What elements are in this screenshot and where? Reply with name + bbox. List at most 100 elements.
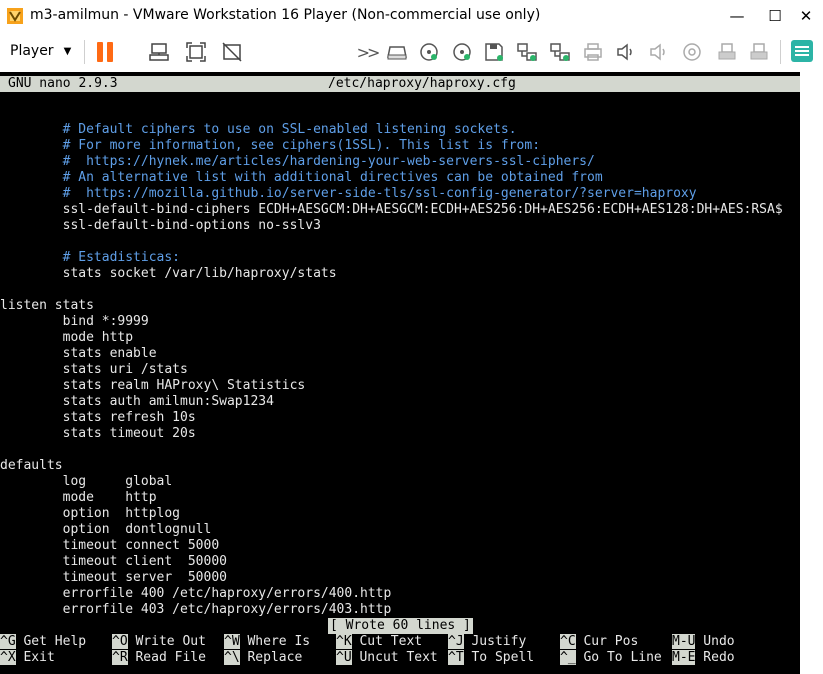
minimize-icon: — xyxy=(729,7,745,25)
editor-line xyxy=(0,442,800,458)
minimize-button[interactable]: — xyxy=(720,0,754,32)
shortcut-label: Undo xyxy=(695,634,735,649)
usb-device-button[interactable] xyxy=(714,39,740,65)
usb-device-2-icon xyxy=(750,43,768,60)
editor-line: # For more information, see ciphers(1SSL… xyxy=(0,138,541,153)
editor-line: errorfile 400 /etc/haproxy/errors/400.ht… xyxy=(0,586,392,601)
unity-button[interactable] xyxy=(219,39,245,65)
cd-drive-2-button[interactable] xyxy=(449,39,475,65)
editor-line: mode http xyxy=(0,330,134,345)
shortcut-key: ^X xyxy=(0,650,16,665)
shortcut-row: ^G Get Help ^O Write Out ^W Where Is ^K Cut… xyxy=(0,634,800,650)
cd-drive-2-icon xyxy=(453,43,471,61)
shortcut-key: M-U xyxy=(672,634,696,649)
maximize-button[interactable]: ☐ xyxy=(758,0,792,32)
editor-line xyxy=(0,234,800,250)
floppy-button[interactable] xyxy=(481,39,507,65)
network-adapter-button[interactable] xyxy=(514,39,540,65)
nano-shortcut: ^_ Go To Line xyxy=(560,650,662,666)
editor-line: option httplog xyxy=(0,506,181,521)
nano-shortcut: ^J Justify xyxy=(448,634,526,650)
editor-line: listen stats xyxy=(0,298,94,313)
shortcut-label: Write Out xyxy=(127,634,206,649)
window-title-bar: m3-amilmun - VMware Workstation 16 Playe… xyxy=(0,0,823,32)
nano-shortcut: M-U Undo xyxy=(672,634,735,650)
editor-line: stats realm HAProxy\ Statistics xyxy=(0,378,306,393)
printer-button[interactable] xyxy=(580,39,606,65)
nano-shortcut: ^R Read File xyxy=(112,650,206,666)
editor-line: bind *:9999 xyxy=(0,314,149,329)
editor-line: stats auth amilmun:Swap1234 xyxy=(0,394,274,409)
editor-line: stats enable xyxy=(0,346,157,361)
maximize-icon: ☐ xyxy=(768,7,782,25)
sound-card-2-button[interactable] xyxy=(646,39,672,65)
console-scrollbar[interactable] xyxy=(800,72,823,674)
floppy-icon xyxy=(485,43,503,61)
editor-line xyxy=(0,282,800,298)
shortcut-label: Cur Pos xyxy=(575,634,639,649)
sound-card-button[interactable] xyxy=(613,39,639,65)
cd-drive-button[interactable] xyxy=(416,39,442,65)
vm-console-terminal[interactable]: GNU nano 2.9.3 /etc/haproxy/haproxy.cfg … xyxy=(0,72,800,674)
forward-button[interactable]: >> xyxy=(354,39,381,65)
close-icon: ✕ xyxy=(799,7,813,25)
editor-line: mode http xyxy=(0,490,157,505)
player-menu-label: Player xyxy=(10,43,54,59)
shortcut-label: Get Help xyxy=(15,634,87,649)
editor-line: ssl-default-bind-options no-sslv3 xyxy=(0,218,321,233)
editor-line: # https://hynek.me/articles/hardening-yo… xyxy=(0,154,595,169)
shortcut-key: ^G xyxy=(0,634,16,649)
sound-card-icon xyxy=(617,43,632,61)
shortcut-key: ^K xyxy=(336,634,352,649)
nano-version: GNU nano 2.9.3 xyxy=(8,76,118,91)
shortcut-key: M-E xyxy=(672,650,696,665)
shortcut-key: ^J xyxy=(448,634,464,649)
editor-line: ssl-default-bind-ciphers ECDH+AESGCM:DH+… xyxy=(0,202,783,217)
nano-shortcut: ^X Exit xyxy=(0,650,55,666)
hard-disk-button[interactable] xyxy=(384,39,410,65)
editor-line: timeout server 50000 xyxy=(0,570,227,585)
camera-icon xyxy=(683,43,701,61)
player-menu-button[interactable]: Player ▼ xyxy=(4,38,77,64)
editor-line: timeout connect 5000 xyxy=(0,538,220,553)
shortcut-label: Read File xyxy=(127,650,206,665)
nano-shortcut: ^T To Spell xyxy=(448,650,534,666)
editor-line: errorfile 403 /etc/haproxy/errors/403.ht… xyxy=(0,602,392,617)
nano-status-message: [ Wrote 60 lines ] xyxy=(328,618,473,634)
shortcut-key: ^T xyxy=(448,650,464,665)
shortcut-row: ^X Exit ^R Read File ^\ Replace ^U Uncut Te… xyxy=(0,650,800,666)
shortcut-label: Cut Text xyxy=(351,634,423,649)
editor-line: # Default ciphers to use on SSL-enabled … xyxy=(0,122,517,137)
nano-shortcut: ^K Cut Text xyxy=(336,634,422,650)
editor-line: timeout client 50000 xyxy=(0,554,227,569)
editor-line: option dontlognull xyxy=(0,522,212,537)
toolbar-separator xyxy=(780,40,781,64)
fullscreen-button[interactable] xyxy=(183,39,209,65)
shortcut-label: Redo xyxy=(695,650,735,665)
camera-button[interactable] xyxy=(679,39,705,65)
network-adapter-2-button[interactable] xyxy=(547,39,573,65)
close-button[interactable]: ✕ xyxy=(789,0,823,32)
send-ctrl-alt-del-button[interactable] xyxy=(146,39,172,65)
nano-shortcut: ^O Write Out xyxy=(112,634,206,650)
shortcut-label: Exit xyxy=(15,650,55,665)
toolbar-separator xyxy=(84,40,85,64)
shortcut-label: Replace xyxy=(239,650,303,665)
shortcut-key: ^O xyxy=(112,634,128,649)
shortcut-key: ^W xyxy=(224,634,240,649)
forward-icon: >> xyxy=(356,42,381,62)
nano-shortcut: M-E Redo xyxy=(672,650,735,666)
unity-icon xyxy=(222,42,242,62)
usb-device-2-button[interactable] xyxy=(746,39,772,65)
editor-line: stats timeout 20s xyxy=(0,426,196,441)
vmware-logo-icon xyxy=(7,8,23,24)
pause-button[interactable] xyxy=(92,39,118,65)
hard-disk-icon xyxy=(387,46,407,60)
notes-icon[interactable] xyxy=(791,40,813,62)
vmware-toolbar: Player ▼ >> xyxy=(0,32,823,72)
editor-line: # https://mozilla.github.io/server-side-… xyxy=(0,186,697,201)
editor-line: # Estadisticas: xyxy=(0,250,181,265)
nano-shortcut: ^C Cur Pos xyxy=(560,634,638,650)
editor-line: # An alternative list with additional di… xyxy=(0,170,603,185)
network-adapter-2-icon xyxy=(550,43,570,61)
